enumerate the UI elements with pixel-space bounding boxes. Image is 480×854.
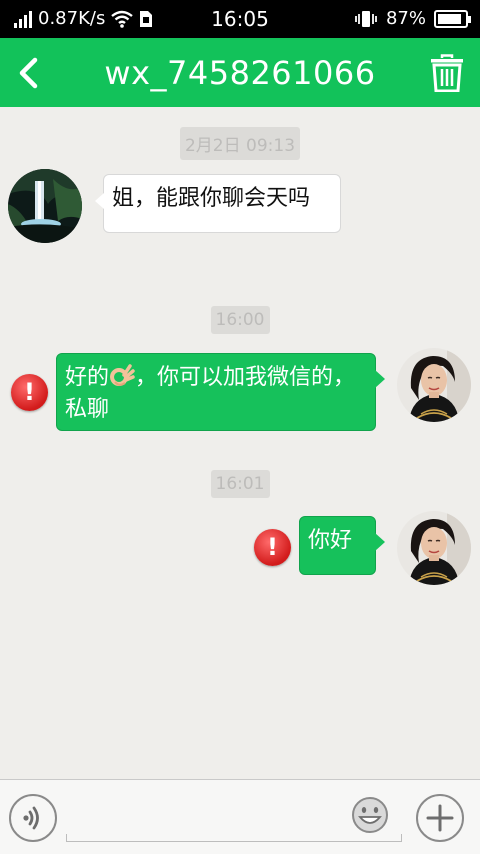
- battery-icon: [434, 9, 471, 28]
- contact-avatar[interactable]: [8, 169, 82, 243]
- timestamp: 2月2日 09:13: [0, 127, 480, 160]
- send-failed-icon[interactable]: !: [11, 374, 48, 411]
- battery-percent: 87%: [385, 8, 426, 29]
- my-avatar[interactable]: [397, 511, 471, 585]
- voice-button[interactable]: [9, 794, 57, 842]
- timestamp-label: 16:01: [210, 470, 270, 498]
- plus-button[interactable]: [416, 794, 464, 842]
- timestamp-label: 16:00: [210, 306, 270, 334]
- message-bubble-incoming[interactable]: 姐，能跟你聊会天吗: [95, 174, 341, 233]
- message-text-before-emoji: 好的: [65, 365, 110, 390]
- ok-hand-emoji: [110, 364, 135, 386]
- chat-header: wx_7458261066: [0, 38, 480, 107]
- timestamp-label: 2月2日 09:13: [179, 127, 301, 160]
- voice-icon: [23, 806, 39, 830]
- message-bubble-outgoing[interactable]: 好的 ，你可以加我微信的，私聊: [56, 353, 385, 431]
- chat-area[interactable]: 2月2日 09:13 姐，能跟你聊会天吗 16:00 ! 好的 ，你可以加我微信…: [0, 107, 480, 779]
- smiley-icon[interactable]: [351, 796, 389, 834]
- message-text: 你好: [308, 528, 353, 553]
- timestamp: 16:01: [0, 470, 480, 498]
- plus-icon: [426, 804, 454, 832]
- trash-icon[interactable]: [430, 54, 464, 92]
- input-edge-left: [66, 834, 67, 842]
- input-edge-right: [401, 834, 402, 842]
- status-bar: 0.87K/s 16:05 87%: [0, 0, 480, 38]
- input-bar: [0, 779, 480, 854]
- vibrate-icon: [355, 10, 377, 27]
- message-bubble-outgoing[interactable]: 你好: [299, 516, 385, 575]
- chevron-left-icon[interactable]: [14, 56, 44, 90]
- message-text: 姐，能跟你聊会天吗: [112, 186, 311, 211]
- page-title: wx_7458261066: [104, 54, 376, 92]
- send-failed-icon[interactable]: !: [254, 529, 291, 566]
- status-right: 87%: [354, 8, 471, 29]
- timestamp: 16:00: [0, 306, 480, 334]
- my-avatar[interactable]: [397, 348, 471, 422]
